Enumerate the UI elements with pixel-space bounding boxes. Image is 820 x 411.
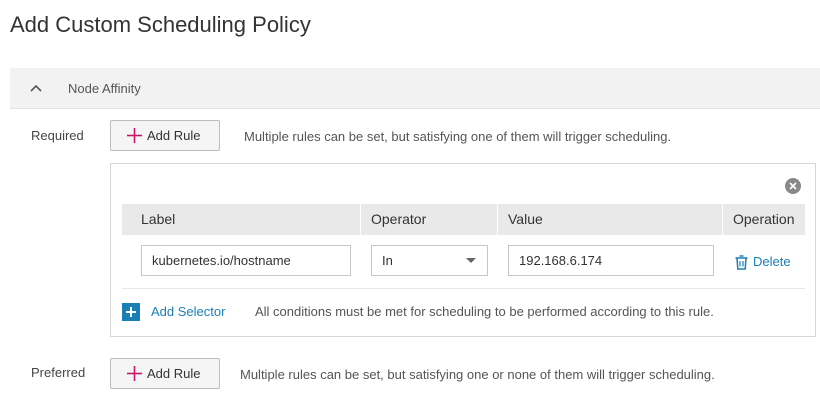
close-circle-icon bbox=[789, 182, 797, 190]
selector-table: Label Operator Value Operation kubernete… bbox=[122, 204, 805, 289]
plus-icon bbox=[127, 366, 142, 381]
page-title: Add Custom Scheduling Policy bbox=[10, 12, 311, 37]
add-selector-label: Add Selector bbox=[151, 304, 226, 319]
add-rule-label: Add Rule bbox=[147, 128, 201, 143]
chevron-up-icon[interactable] bbox=[30, 83, 42, 93]
column-header-label: Label bbox=[141, 211, 176, 227]
table-row: kubernetes.io/hostname In 192.168.6.174 … bbox=[122, 235, 805, 289]
node-affinity-header[interactable]: Node Affinity bbox=[10, 68, 820, 109]
column-header-value: Value bbox=[508, 211, 543, 227]
preferred-label: Preferred bbox=[31, 365, 86, 380]
label-key-input[interactable]: kubernetes.io/hostname bbox=[141, 245, 351, 276]
required-hint: Multiple rules can be set, but satisfyin… bbox=[244, 129, 672, 144]
caret-down-icon bbox=[466, 258, 476, 263]
value-input[interactable]: 192.168.6.174 bbox=[508, 245, 714, 276]
plus-square-icon bbox=[122, 303, 140, 321]
operator-value: In bbox=[382, 253, 393, 268]
column-header-operator: Operator bbox=[371, 211, 427, 227]
operator-select[interactable]: In bbox=[371, 245, 488, 276]
section-title: Node Affinity bbox=[68, 81, 141, 96]
add-required-rule-button[interactable]: Add Rule bbox=[110, 120, 220, 151]
trash-icon bbox=[735, 255, 748, 270]
delete-label: Delete bbox=[753, 254, 791, 269]
required-label: Required bbox=[31, 128, 84, 143]
preferred-hint: Multiple rules can be set, but satisfyin… bbox=[240, 367, 715, 382]
close-rule-icon[interactable] bbox=[785, 178, 801, 194]
add-preferred-rule-button[interactable]: Add Rule bbox=[110, 358, 220, 389]
column-header-operation: Operation bbox=[733, 211, 795, 227]
rule-box: Label Operator Value Operation kubernete… bbox=[110, 163, 816, 337]
add-selector-hint: All conditions must be met for schedulin… bbox=[255, 304, 714, 319]
plus-icon bbox=[127, 128, 142, 143]
add-rule-label: Add Rule bbox=[147, 366, 201, 381]
table-header: Label Operator Value Operation bbox=[122, 204, 805, 235]
